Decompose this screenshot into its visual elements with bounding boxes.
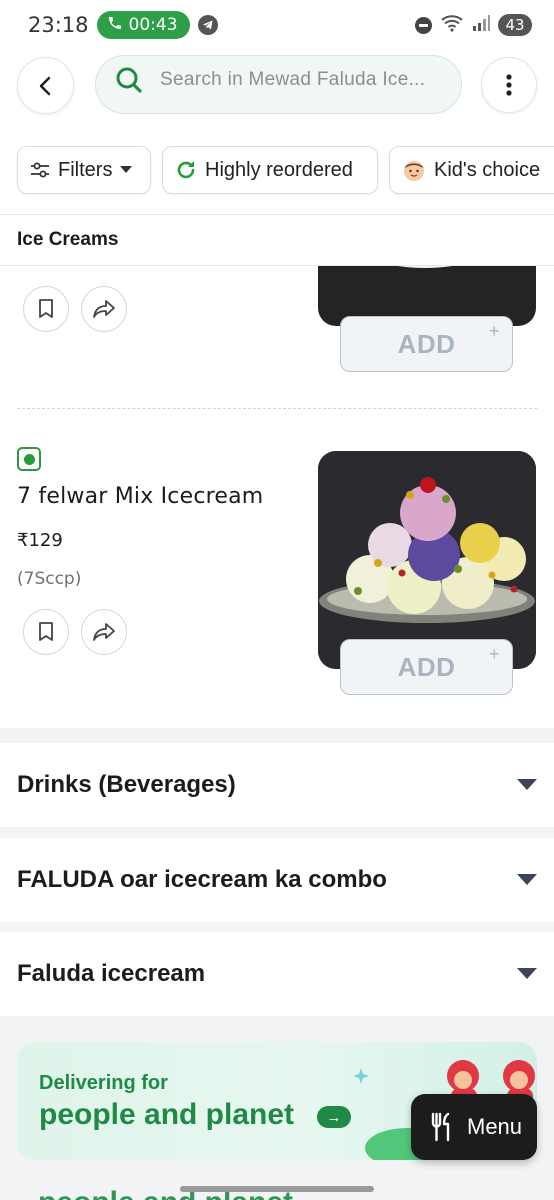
status-indicators: 43: [415, 14, 532, 37]
ongoing-call-pill[interactable]: 00:43: [96, 11, 190, 39]
plus-icon: +: [488, 644, 500, 664]
arrow-right-icon: →: [317, 1106, 351, 1128]
category-faluda-icecream[interactable]: Faluda icecream: [0, 932, 554, 1016]
kid-face-icon: [402, 158, 426, 182]
share-icon: [93, 300, 115, 318]
item-image[interactable]: [318, 451, 536, 669]
call-timer: 00:43: [128, 15, 178, 35]
add-button-label: ADD: [397, 651, 456, 682]
share-button[interactable]: [81, 286, 127, 332]
bookmark-button[interactable]: [23, 609, 69, 655]
item-divider: [17, 408, 537, 409]
menu-button-label: Menu: [467, 1114, 523, 1139]
kids-choice-label: Kid's choice: [434, 158, 541, 181]
status-time: 23:18: [28, 13, 89, 37]
category-title: Faluda icecream: [17, 960, 206, 987]
share-button[interactable]: [81, 609, 127, 655]
search-input[interactable]: Search in Mewad Faluda Ice...: [95, 55, 462, 114]
signal-icon: [472, 14, 490, 36]
chevron-down-icon: [517, 874, 537, 885]
section-header: Ice Creams: [0, 214, 554, 266]
next-banner-peek: people and planet: [0, 1170, 554, 1200]
category-faluda-combo[interactable]: FALUDA oar icecream ka combo: [0, 838, 554, 922]
menu-items-list: ADD + 7 felwar Mix Icecream ₹129 (7Sccp): [0, 266, 554, 728]
battery-level: 43: [498, 14, 532, 36]
category-title: Drinks (Beverages): [17, 771, 236, 798]
filters-chip-label: Filters: [58, 158, 113, 181]
more-options-button[interactable]: [481, 57, 537, 113]
status-bar: 23:18 00:43 43: [0, 0, 554, 50]
more-vertical-icon: [506, 74, 512, 96]
chevron-down-icon: [517, 779, 537, 790]
search-placeholder: Search in Mewad Faluda Ice...: [160, 68, 426, 90]
plus-icon: +: [488, 321, 500, 341]
share-icon: [93, 623, 115, 641]
previous-item-add-button[interactable]: ADD +: [340, 316, 513, 372]
item-name: 7 felwar Mix Icecream: [17, 484, 264, 509]
top-navigation: Search in Mewad Faluda Ice...: [0, 50, 554, 130]
fork-knife-icon: [431, 1112, 450, 1142]
chevron-down-icon: [517, 968, 537, 979]
item-description: (7Sccp): [17, 569, 82, 589]
back-button[interactable]: [17, 57, 74, 114]
sliders-icon: [30, 161, 50, 179]
add-button-label: ADD: [397, 328, 456, 359]
search-icon: [116, 67, 142, 93]
wifi-icon: [440, 14, 464, 37]
category-drinks[interactable]: Drinks (Beverages): [0, 743, 554, 827]
filters-chip[interactable]: Filters: [17, 146, 151, 194]
plate-shape: [354, 266, 496, 268]
bookmark-button[interactable]: [23, 286, 69, 332]
section-title: Ice Creams: [17, 229, 119, 250]
banner-line-2: people and planet: [39, 1098, 295, 1131]
filter-chip-row: Filters Highly reordered Kid's choice: [0, 130, 554, 214]
item-add-button[interactable]: ADD +: [340, 639, 513, 695]
highly-reordered-chip[interactable]: Highly reordered: [162, 146, 378, 194]
caret-down-icon: [120, 166, 133, 174]
refresh-icon: [175, 159, 197, 181]
bookmark-icon: [39, 622, 53, 641]
banner-line-1: Delivering for: [39, 1072, 168, 1094]
bookmark-icon: [39, 299, 53, 318]
kids-choice-chip[interactable]: Kid's choice: [389, 146, 554, 194]
do-not-disturb-icon: [415, 16, 432, 34]
home-indicator[interactable]: [180, 1186, 374, 1192]
category-title: FALUDA oar icecream ka combo: [17, 866, 387, 893]
item-price: ₹129: [17, 530, 63, 551]
telegram-icon: [197, 15, 218, 35]
ice-cream-illustration: [318, 451, 536, 669]
phone-icon: [107, 15, 123, 36]
chevron-left-icon: [39, 76, 50, 95]
menu-button[interactable]: Menu: [411, 1094, 537, 1160]
highly-reordered-label: Highly reordered: [205, 158, 353, 181]
veg-indicator-icon: [17, 447, 41, 471]
